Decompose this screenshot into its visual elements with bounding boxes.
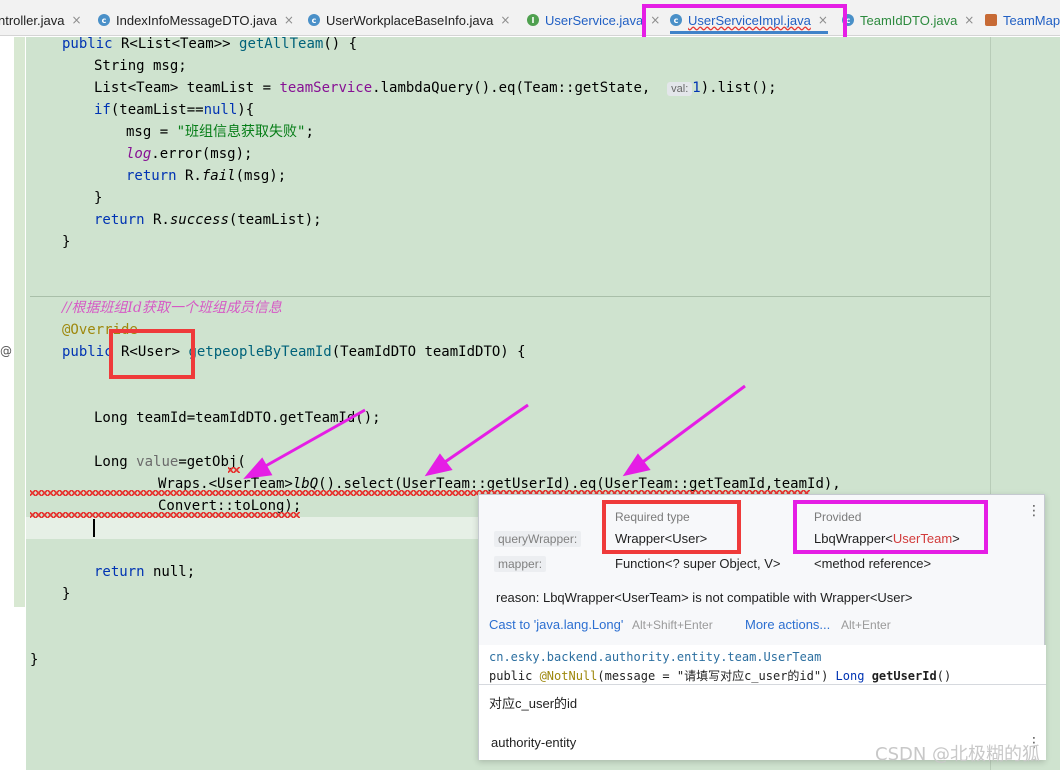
provided-type-value: <method reference> bbox=[814, 556, 932, 571]
tab-team-mapper[interactable]: TeamMap bbox=[985, 6, 1060, 34]
param-hint: val: bbox=[667, 82, 693, 96]
code-line[interactable]: Long teamId=teamIdDTO.getTeamId(); bbox=[94, 407, 381, 429]
tab-index-info-message-dto[interactable]: c IndexInfoMessageDTO.java × bbox=[98, 6, 294, 34]
code-line[interactable]: } bbox=[30, 649, 38, 671]
required-type-value: Wrapper<User> bbox=[615, 531, 708, 546]
tab-label: ntroller.java bbox=[0, 12, 65, 28]
java-class-icon: c bbox=[670, 14, 682, 26]
code-line[interactable]: public R<User> getpeopleByTeamId(TeamIdD… bbox=[62, 341, 526, 363]
code-line[interactable]: return R.success(teamList); bbox=[94, 209, 322, 231]
close-icon[interactable]: × bbox=[818, 13, 828, 27]
java-interface-icon: I bbox=[527, 14, 539, 26]
tab-user-service-impl[interactable]: c UserServiceImpl.java × bbox=[670, 6, 828, 34]
override-gutter-icon[interactable]: @ bbox=[0, 344, 12, 358]
tab-user-service[interactable]: I UserService.java × bbox=[527, 6, 660, 34]
java-class-icon: c bbox=[98, 14, 110, 26]
error-squiggle bbox=[228, 467, 240, 473]
shortcut-hint: Alt+Shift+Enter bbox=[632, 618, 713, 632]
code-line[interactable]: msg = "班组信息获取失败"; bbox=[126, 121, 314, 143]
incompatibility-reason: reason: LbqWrapper<UserTeam> is not comp… bbox=[496, 590, 913, 605]
code-annotation[interactable]: @Override bbox=[62, 319, 138, 341]
provided-type-header: Provided bbox=[814, 510, 862, 524]
required-type-value: Function<? super Object, V> bbox=[615, 556, 781, 571]
tab-label: UserWorkplaceBaseInfo.java bbox=[326, 12, 494, 28]
close-icon[interactable]: × bbox=[650, 13, 660, 27]
code-line[interactable]: } bbox=[94, 187, 102, 209]
watermark: CSDN @北极糊的狐 bbox=[875, 744, 1041, 765]
code-line[interactable]: List<Team> teamList = teamService.lambda… bbox=[94, 77, 777, 99]
provided-type-value: LbqWrapper<UserTeam> bbox=[814, 531, 960, 546]
tab-user-workplace-base-info[interactable]: c UserWorkplaceBaseInfo.java × bbox=[308, 6, 510, 34]
close-icon[interactable]: × bbox=[284, 13, 294, 27]
tab-label: TeamMap bbox=[1003, 12, 1060, 28]
mapper-xml-icon bbox=[985, 14, 997, 26]
active-tab-indicator bbox=[670, 31, 828, 34]
popup-divider bbox=[479, 684, 1046, 685]
error-squiggle bbox=[30, 512, 300, 518]
editor-tab-bar: ntroller.java × c IndexInfoMessageDTO.ja… bbox=[0, 0, 1060, 36]
code-comment[interactable]: //根据班组Id获取一个班组成员信息 bbox=[62, 297, 282, 319]
change-marker-bar bbox=[14, 37, 25, 607]
close-icon[interactable]: × bbox=[964, 13, 974, 27]
code-line[interactable]: log.error(msg); bbox=[126, 143, 252, 165]
cast-to-long-action[interactable]: Cast to 'java.lang.Long' bbox=[489, 617, 623, 632]
more-options-icon[interactable]: ⋮ bbox=[1027, 503, 1041, 519]
tab-controller[interactable]: ntroller.java × bbox=[0, 6, 82, 34]
doc-description: 对应c_user的id bbox=[489, 696, 578, 711]
more-actions-link[interactable]: More actions... bbox=[745, 617, 830, 632]
java-class-icon: c bbox=[842, 14, 854, 26]
doc-signature: public @NotNull(message = "请填写对应c_user的i… bbox=[489, 669, 952, 683]
required-type-header: Required type bbox=[615, 510, 690, 524]
param-label-mapper: mapper: bbox=[494, 556, 547, 572]
code-line[interactable]: public R<List<Team>> getAllTeam() { bbox=[62, 33, 357, 55]
doc-module: authority-entity bbox=[491, 735, 577, 750]
close-icon[interactable]: × bbox=[500, 13, 510, 27]
tab-label: TeamIdDTO.java bbox=[860, 12, 958, 28]
code-line[interactable]: if(teamList==null){ bbox=[94, 99, 254, 121]
tab-team-id-dto[interactable]: c TeamIdDTO.java × bbox=[842, 6, 974, 34]
close-icon[interactable]: × bbox=[71, 13, 81, 27]
shortcut-hint: Alt+Enter bbox=[841, 618, 891, 632]
tab-label: UserService.java bbox=[545, 12, 644, 28]
code-line[interactable]: } bbox=[62, 231, 70, 253]
code-line[interactable]: } bbox=[62, 583, 70, 605]
code-line[interactable]: Long value=getObj( bbox=[94, 451, 246, 473]
java-class-icon: c bbox=[308, 14, 320, 26]
param-label-querywrapper: queryWrapper: bbox=[494, 531, 582, 547]
tab-label: UserServiceImpl.java bbox=[688, 12, 811, 28]
code-line[interactable]: return null; bbox=[94, 561, 195, 583]
doc-class-path[interactable]: cn.esky.backend.authority.entity.team.Us… bbox=[489, 650, 821, 664]
code-line[interactable]: String msg; bbox=[94, 55, 187, 77]
text-caret bbox=[93, 519, 95, 537]
type-mismatch-popup: ⋮ Required type Provided queryWrapper: W… bbox=[478, 494, 1046, 760]
tab-label: IndexInfoMessageDTO.java bbox=[116, 12, 277, 28]
code-line[interactable]: return R.fail(msg); bbox=[126, 165, 286, 187]
